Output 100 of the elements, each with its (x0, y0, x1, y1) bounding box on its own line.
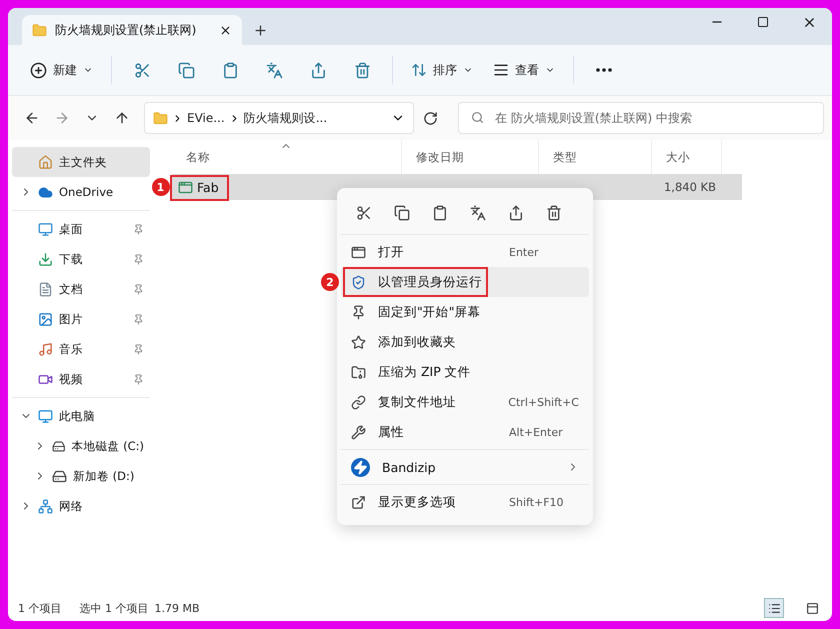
expand-icon (351, 494, 366, 510)
menu-label: 添加到收藏夹 (378, 334, 457, 350)
back-icon (24, 110, 40, 126)
scissors-icon (134, 62, 150, 78)
sidebar-label: 主文件夹 (59, 154, 108, 170)
link-icon (351, 394, 366, 410)
breadcrumb[interactable]: 防火墙规则设... (244, 110, 328, 126)
menu-item[interactable]: 以管理员身份运行 (341, 267, 589, 297)
sidebar-item[interactable]: 图片 (12, 304, 150, 334)
lines-icon (493, 62, 509, 78)
selection-count: 选中 1 个项目 (80, 600, 148, 616)
window-icon (351, 244, 366, 260)
menu-label: 属性 (378, 424, 405, 440)
copy-icon (394, 205, 410, 221)
download-icon (38, 252, 53, 266)
sidebar-label: 文档 (59, 282, 84, 296)
more-icon (596, 68, 612, 72)
wrench-icon (351, 424, 366, 440)
rename-icon (470, 205, 486, 221)
trash-icon (546, 205, 562, 221)
sidebar-item[interactable]: 本地磁盘 (C:) (12, 431, 150, 461)
menu-item[interactable]: 属性 Alt+Enter (341, 417, 589, 447)
plus-icon (252, 22, 268, 38)
pin-icon (351, 304, 366, 320)
sidebar-item[interactable]: 新加卷 (D:) (12, 461, 150, 491)
menu-item[interactable]: 显示更多选项 Shift+F10 (341, 487, 589, 517)
sidebar-item[interactable]: 文档 (12, 274, 150, 304)
menu-item[interactable]: 复制文件地址 Ctrl+Shift+C (341, 387, 589, 417)
menu-label: Bandizip (382, 460, 437, 474)
menu-item[interactable]: 压缩为 ZIP 文件 (341, 357, 589, 387)
archive-folder-icon (351, 364, 366, 380)
address-bar[interactable]: EVie... 防火墙规则设... (144, 102, 414, 134)
view-button[interactable]: 查看 (485, 53, 563, 87)
shortcut-text: Enter (509, 246, 540, 258)
menu-item[interactable]: Bandizip (341, 452, 589, 482)
forward-icon (54, 110, 70, 126)
document-icon (38, 282, 53, 296)
copy-icon (178, 62, 194, 78)
up-icon (114, 110, 130, 126)
menu-item[interactable]: 添加到收藏夹 (341, 327, 589, 357)
sidebar-item[interactable]: OneDrive (12, 177, 150, 207)
sidebar-item[interactable]: 主文件夹 (12, 147, 150, 177)
sort-icon (411, 62, 427, 78)
sidebar-item[interactable]: 桌面 (12, 214, 150, 244)
new-button[interactable]: 新建 (22, 53, 101, 87)
app-icon (178, 180, 193, 194)
home-icon (38, 154, 53, 170)
sidebar-label: 音乐 (59, 342, 84, 356)
menu-item[interactable]: 固定到"开始"屏幕 (341, 297, 589, 327)
sidebar-label: 图片 (59, 312, 84, 326)
picture-icon (38, 312, 53, 326)
clipboard-icon (222, 62, 238, 78)
sidebar-item[interactable]: 下载 (12, 244, 150, 274)
menu-label: 固定到"开始"屏幕 (378, 304, 482, 320)
menu-label: 压缩为 ZIP 文件 (378, 364, 472, 380)
file-size: 1,840 KB (662, 180, 717, 194)
menu-label: 显示更多选项 (378, 494, 457, 510)
sidebar-label: 下载 (59, 252, 84, 266)
music-icon (38, 342, 53, 356)
monitor-icon (38, 408, 53, 424)
sidebar-item[interactable]: 音乐 (12, 334, 150, 364)
refresh-icon (422, 110, 438, 126)
menu-label: 复制文件地址 (378, 394, 457, 410)
list-icon (768, 602, 780, 614)
sidebar-label: 此电脑 (59, 408, 96, 424)
shortcut-text: Ctrl+Shift+C (508, 396, 579, 408)
selection-size: 1.79 MB (154, 602, 200, 614)
drive-icon (52, 438, 66, 454)
breadcrumb[interactable]: EVie... (187, 111, 225, 125)
folder-tab[interactable]: 防火墙规则设置(禁止联网) (22, 15, 242, 45)
scissors-icon (356, 205, 372, 221)
network-icon (38, 498, 53, 514)
share-icon (310, 62, 326, 78)
search-field[interactable]: 在 防火墙规则设置(禁止联网) 中搜索 (458, 102, 824, 134)
sort-button[interactable]: 排序 (403, 53, 481, 87)
menu-item[interactable]: 打开 Enter (341, 237, 589, 267)
sidebar-item[interactable]: 网络 (12, 491, 150, 521)
close-tab-icon[interactable] (219, 24, 232, 36)
desktop-icon (38, 222, 53, 236)
cloud-icon (38, 184, 53, 200)
sidebar-label: 网络 (59, 498, 84, 514)
folder-icon (153, 110, 168, 126)
search-icon (471, 111, 484, 124)
sidebar-label: OneDrive (59, 185, 114, 199)
sidebar-item[interactable]: 此电脑 (12, 401, 150, 431)
drive-icon (52, 468, 67, 484)
sidebar-label: 新加卷 (D:) (73, 468, 136, 484)
clipboard-icon (432, 205, 448, 221)
plus-circle-icon (30, 62, 47, 78)
sidebar-label: 视频 (59, 372, 84, 386)
sidebar-item[interactable]: 视频 (12, 364, 150, 394)
step-number-badge: 2 (321, 273, 339, 291)
trash-icon (354, 62, 370, 78)
menu-label: 打开 (378, 244, 405, 260)
maximize-icon (757, 16, 769, 28)
details-view-button[interactable] (764, 598, 784, 618)
tile-icon (806, 602, 818, 614)
rename-icon (266, 62, 282, 78)
shield-icon (351, 274, 366, 290)
bolt-icon (351, 458, 370, 476)
